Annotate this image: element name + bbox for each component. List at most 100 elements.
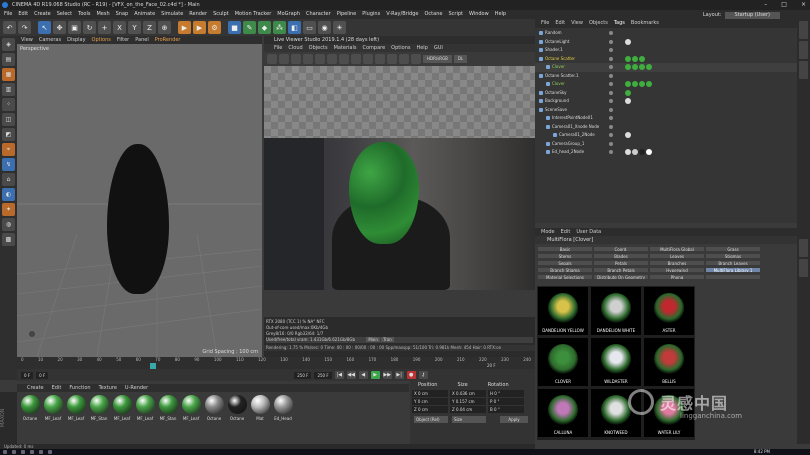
spline-pen-icon[interactable]: ✎	[243, 21, 256, 34]
object-row[interactable]: OctaneLight	[535, 38, 797, 47]
menu-character[interactable]: Character	[306, 10, 331, 19]
object-row[interactable]: SceneSave	[535, 106, 797, 115]
takes-tab[interactable]	[799, 41, 808, 59]
material-tag-icon[interactable]	[625, 89, 631, 96]
menu-snap[interactable]: Snap	[116, 10, 129, 19]
deformer-icon[interactable]: ◧	[288, 21, 301, 34]
menu-pipeline[interactable]: Pipeline	[337, 10, 357, 19]
attribute-tab-multiflora-global[interactable]: MultiFlora Global	[649, 246, 705, 252]
menu-sculpt[interactable]: Sculpt	[213, 10, 229, 19]
timeline[interactable]: 0 10 20 30 40 50 60 70 80 90 100 110 120 130 140 150 160…	[17, 357, 535, 369]
grid-icon[interactable]: ▩	[2, 233, 15, 246]
size-y-field[interactable]: Y 0.157 cm	[450, 398, 486, 405]
material-item[interactable]: MF_Leaf	[135, 395, 155, 441]
current-frame-field[interactable]: 0 F	[36, 371, 49, 379]
attribute-tab-branches[interactable]: Branches	[649, 260, 705, 266]
material-tag-icon[interactable]	[625, 38, 631, 45]
menu-render[interactable]: Render	[189, 10, 207, 19]
search-icon[interactable]	[12, 450, 16, 454]
close-icon[interactable]: ×	[801, 0, 806, 10]
menu-simulate[interactable]: Simulate	[161, 10, 183, 19]
attribute-menu-mode[interactable]: Mode	[541, 228, 555, 236]
plant-preset-dandelion-yellow[interactable]: DANDELION YELLOW	[538, 287, 588, 335]
cinema4d-taskbar-icon[interactable]	[48, 450, 52, 454]
object-row[interactable]: OctaneSky	[535, 89, 797, 98]
object-menu-edit[interactable]: Edit	[555, 19, 565, 28]
object-row[interactable]: Shader.1	[535, 46, 797, 55]
object-menu-objects[interactable]: Objects	[589, 19, 608, 28]
attribute-tab-basic[interactable]: Basic	[537, 246, 593, 252]
cloner-icon[interactable]: ⁂	[273, 21, 286, 34]
perspective-viewport[interactable]: Perspective Grid Spacing : 100 cm	[17, 44, 262, 357]
menu-edit[interactable]: Edit	[18, 10, 28, 19]
pick-material-icon[interactable]	[351, 54, 361, 64]
material-menu-u-render[interactable]: U-Render	[125, 384, 148, 392]
windows-start-icon[interactable]	[3, 450, 7, 454]
material-tag-icon[interactable]	[625, 132, 631, 138]
attribute-tab-blades[interactable]: Blades	[593, 253, 649, 259]
material-menu-edit[interactable]: Edit	[52, 384, 62, 392]
material-tag-icon[interactable]	[625, 149, 631, 155]
hdr-dropdown[interactable]: HDR/sRGB	[423, 55, 452, 63]
rotation-b-field[interactable]: B 0 °	[488, 406, 524, 413]
make-editable-icon[interactable]: ◈	[2, 38, 15, 51]
scale-tool-icon[interactable]: ▣	[68, 21, 81, 34]
viewport-menu-display[interactable]: Display	[67, 36, 85, 44]
rotation-p-field[interactable]: P 0 °	[488, 398, 524, 405]
live-viewer-menu-objects[interactable]: Objects	[309, 44, 328, 52]
menu-tools[interactable]: Tools	[78, 10, 90, 19]
viewport-menu-filter[interactable]: Filter	[117, 36, 129, 44]
menu-script[interactable]: Script	[448, 10, 463, 19]
attribute-tab-sepals[interactable]: Sepals	[537, 260, 593, 266]
material-item[interactable]: Mat	[250, 395, 270, 441]
tran-button[interactable]: Tran	[381, 337, 394, 342]
menu-create[interactable]: Create	[34, 10, 51, 19]
position-x-field[interactable]: X 0 cm	[412, 390, 448, 397]
visibility-toggle[interactable]	[609, 99, 613, 103]
menu-select[interactable]: Select	[57, 10, 72, 19]
snap-icon[interactable]: ↯	[2, 158, 15, 171]
plant-preset-clover[interactable]: CLOVER	[538, 338, 588, 386]
cube-icon[interactable]: ■	[228, 21, 241, 34]
visibility-toggle[interactable]	[609, 133, 613, 137]
send-scene-icon[interactable]	[267, 54, 277, 64]
rotate-tool-icon[interactable]: ↻	[83, 21, 96, 34]
layout-dropdown[interactable]: Startup (User)	[724, 12, 780, 19]
menu-file[interactable]: File	[4, 10, 12, 19]
position-z-field[interactable]: Z 0 cm	[412, 406, 448, 413]
attribute-tab-branch-petals[interactable]: Branch Petals	[593, 267, 649, 273]
live-viewer-menu-compare[interactable]: Compare	[362, 44, 385, 52]
size-x-field[interactable]: X 0.036 cm	[450, 390, 486, 397]
lock-resolution-icon[interactable]	[387, 54, 397, 64]
undo-icon[interactable]: ↶	[3, 21, 16, 34]
menu-mesh[interactable]: Mesh	[96, 10, 109, 19]
material-item[interactable]: MF_Stan	[89, 395, 109, 441]
clay-mode-icon[interactable]	[327, 54, 337, 64]
browser-icon[interactable]	[39, 450, 43, 454]
live-viewer-menu-gui[interactable]: GUI	[434, 44, 443, 52]
rotation-h-field[interactable]: H 0 °	[488, 390, 524, 397]
object-row[interactable]: Camera01_Xnode Node	[535, 123, 797, 132]
material-item[interactable]: Octane	[204, 395, 224, 441]
attribute-tab-phong[interactable]: Phong	[649, 274, 705, 280]
material-item[interactable]: Octane	[227, 395, 247, 441]
task-view-icon[interactable]	[21, 450, 25, 454]
texture-mode-icon[interactable]: ▦	[2, 68, 15, 81]
plant-preset-calluna[interactable]: CALLUNA	[538, 389, 588, 437]
object-menu-tags[interactable]: Tags	[614, 19, 625, 28]
visibility-toggle[interactable]	[609, 39, 613, 44]
material-menu-texture[interactable]: Texture	[99, 384, 117, 392]
viewport-menu-prorender[interactable]: ProRender	[155, 36, 181, 44]
live-viewer-menu-options[interactable]: Options	[391, 44, 410, 52]
object-row[interactable]: InterestPointNode01	[535, 114, 797, 123]
maximize-icon[interactable]: □	[781, 0, 787, 10]
visibility-toggle[interactable]	[609, 107, 613, 112]
attribute-tab-distribute-on-geometry[interactable]: Distribute On Geometry	[593, 274, 649, 280]
camera-icon[interactable]: ◉	[318, 21, 331, 34]
object-row[interactable]: Clover	[535, 80, 797, 89]
menu-window[interactable]: Window	[469, 10, 489, 19]
y-axis-lock-icon[interactable]: Y	[128, 21, 141, 34]
visibility-toggle[interactable]	[609, 31, 613, 35]
render-settings-icon[interactable]: ⚙	[208, 21, 221, 34]
attribute-tab-stigmas[interactable]: Stigmas	[705, 253, 761, 259]
